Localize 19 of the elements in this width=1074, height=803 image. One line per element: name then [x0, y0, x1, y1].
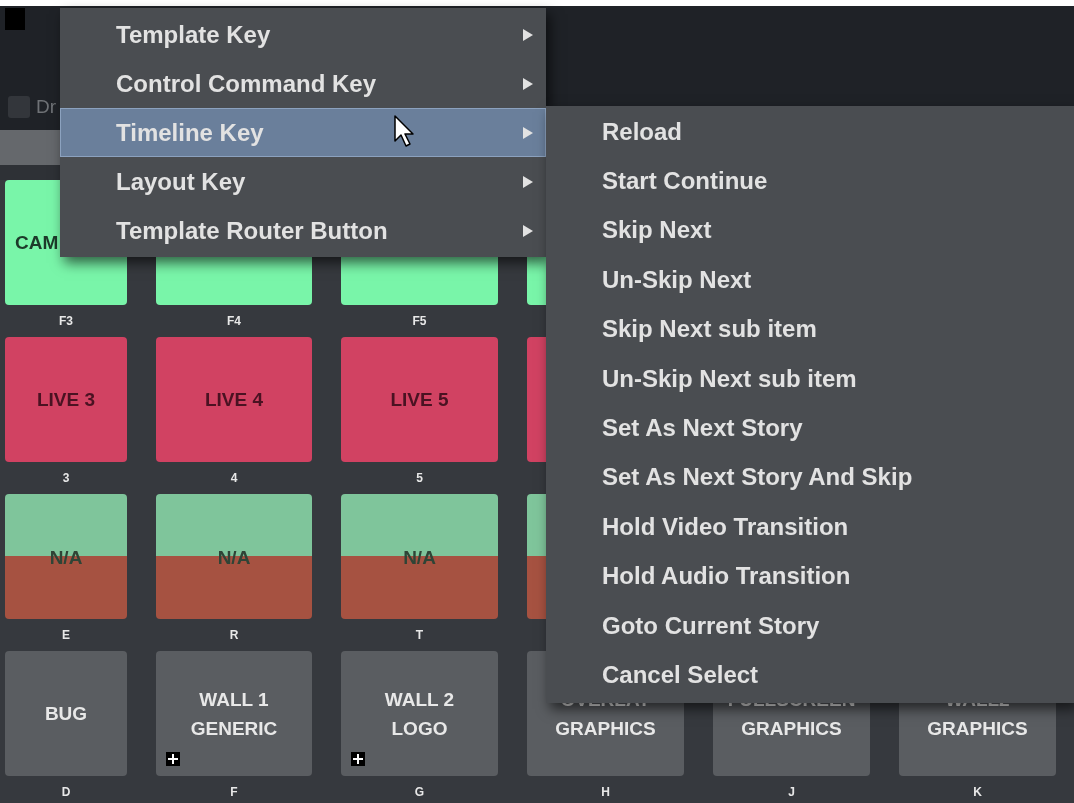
key-label: T [415, 627, 424, 644]
key-label: F3 [59, 313, 73, 330]
checkbox-label: Dr [36, 95, 57, 119]
tile-label: BUG [44, 702, 88, 726]
key-label: G [414, 784, 425, 801]
key-label: R [229, 627, 239, 644]
key-label: F4 [227, 313, 241, 330]
key-label: H [601, 784, 610, 801]
key-label: F5 [412, 313, 427, 330]
key-label: K [973, 784, 982, 801]
key-label: E [62, 627, 70, 644]
key-label: J [788, 784, 795, 801]
key-label: F [230, 784, 238, 801]
key-label: D [61, 784, 71, 801]
tile-label: WALL 2 LOGO [384, 687, 455, 741]
key-label: 5 [416, 470, 423, 487]
tile-label: WALL 1 GENERIC [190, 687, 278, 741]
key-label: 3 [62, 470, 70, 487]
key-label: 4 [230, 470, 238, 487]
